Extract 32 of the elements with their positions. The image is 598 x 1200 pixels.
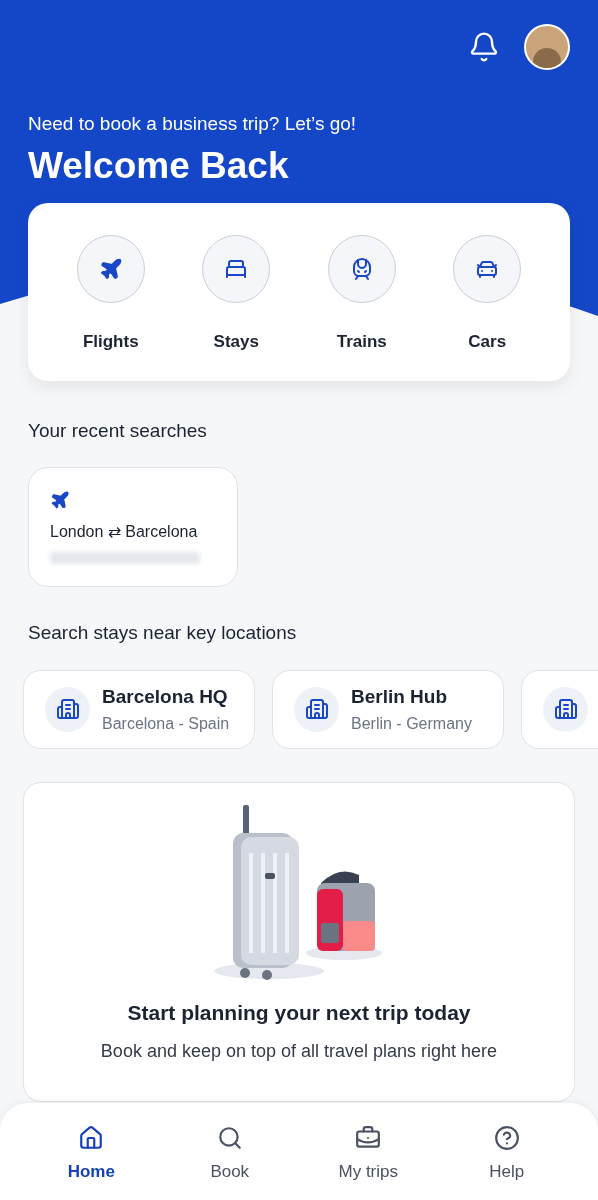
location-card[interactable]: Barcelona HQ Barcelona - Spain: [23, 669, 255, 749]
location-name: Barcelona HQ: [102, 685, 229, 709]
route-text: London ⇄ Barcelona: [50, 522, 199, 543]
airplane-icon: [50, 490, 70, 511]
home-icon: [78, 1125, 105, 1151]
section-heading: Your recent searches: [27, 418, 208, 443]
category-button[interactable]: Trains: [299, 234, 425, 381]
location-place: Berlin - Germany: [351, 713, 472, 734]
nav-tab[interactable]: Home: [22, 1125, 161, 1185]
category-button[interactable]: Stays: [173, 234, 299, 381]
category-button[interactable]: Cars: [424, 234, 550, 381]
recent-search-card[interactable]: London ⇄ Barcelona: [28, 467, 238, 588]
location-card[interactable]: Berlin Hub Berlin - Germany: [272, 669, 504, 749]
category-button[interactable]: Flights: [48, 234, 174, 381]
section-heading: Search stays near key locations: [27, 621, 298, 646]
airplane-icon: [98, 256, 123, 281]
promo-text: Book and keep on top of all travel plans right here: [100, 1040, 498, 1064]
nav-tab[interactable]: My trips: [299, 1125, 438, 1185]
office-building-icon: [553, 697, 578, 722]
search-icon: [216, 1125, 243, 1151]
briefcase-icon: [355, 1125, 382, 1151]
notification-bell-icon[interactable]: [468, 31, 500, 63]
nav-tab[interactable]: Help: [437, 1125, 576, 1185]
nav-tab[interactable]: Book: [160, 1125, 299, 1185]
welcome-title: Welcome Back: [28, 143, 290, 188]
office-building-icon: [304, 697, 329, 722]
greeting-subtitle: Need to book a business trip? Let’s go!: [28, 112, 358, 136]
office-building-icon: [55, 697, 80, 722]
location-place: Barcelona - Spain: [102, 713, 230, 734]
help-icon: [493, 1125, 520, 1151]
promo-title: Start planning your next trip today: [127, 999, 471, 1026]
location-name: Berlin Hub: [351, 685, 449, 709]
